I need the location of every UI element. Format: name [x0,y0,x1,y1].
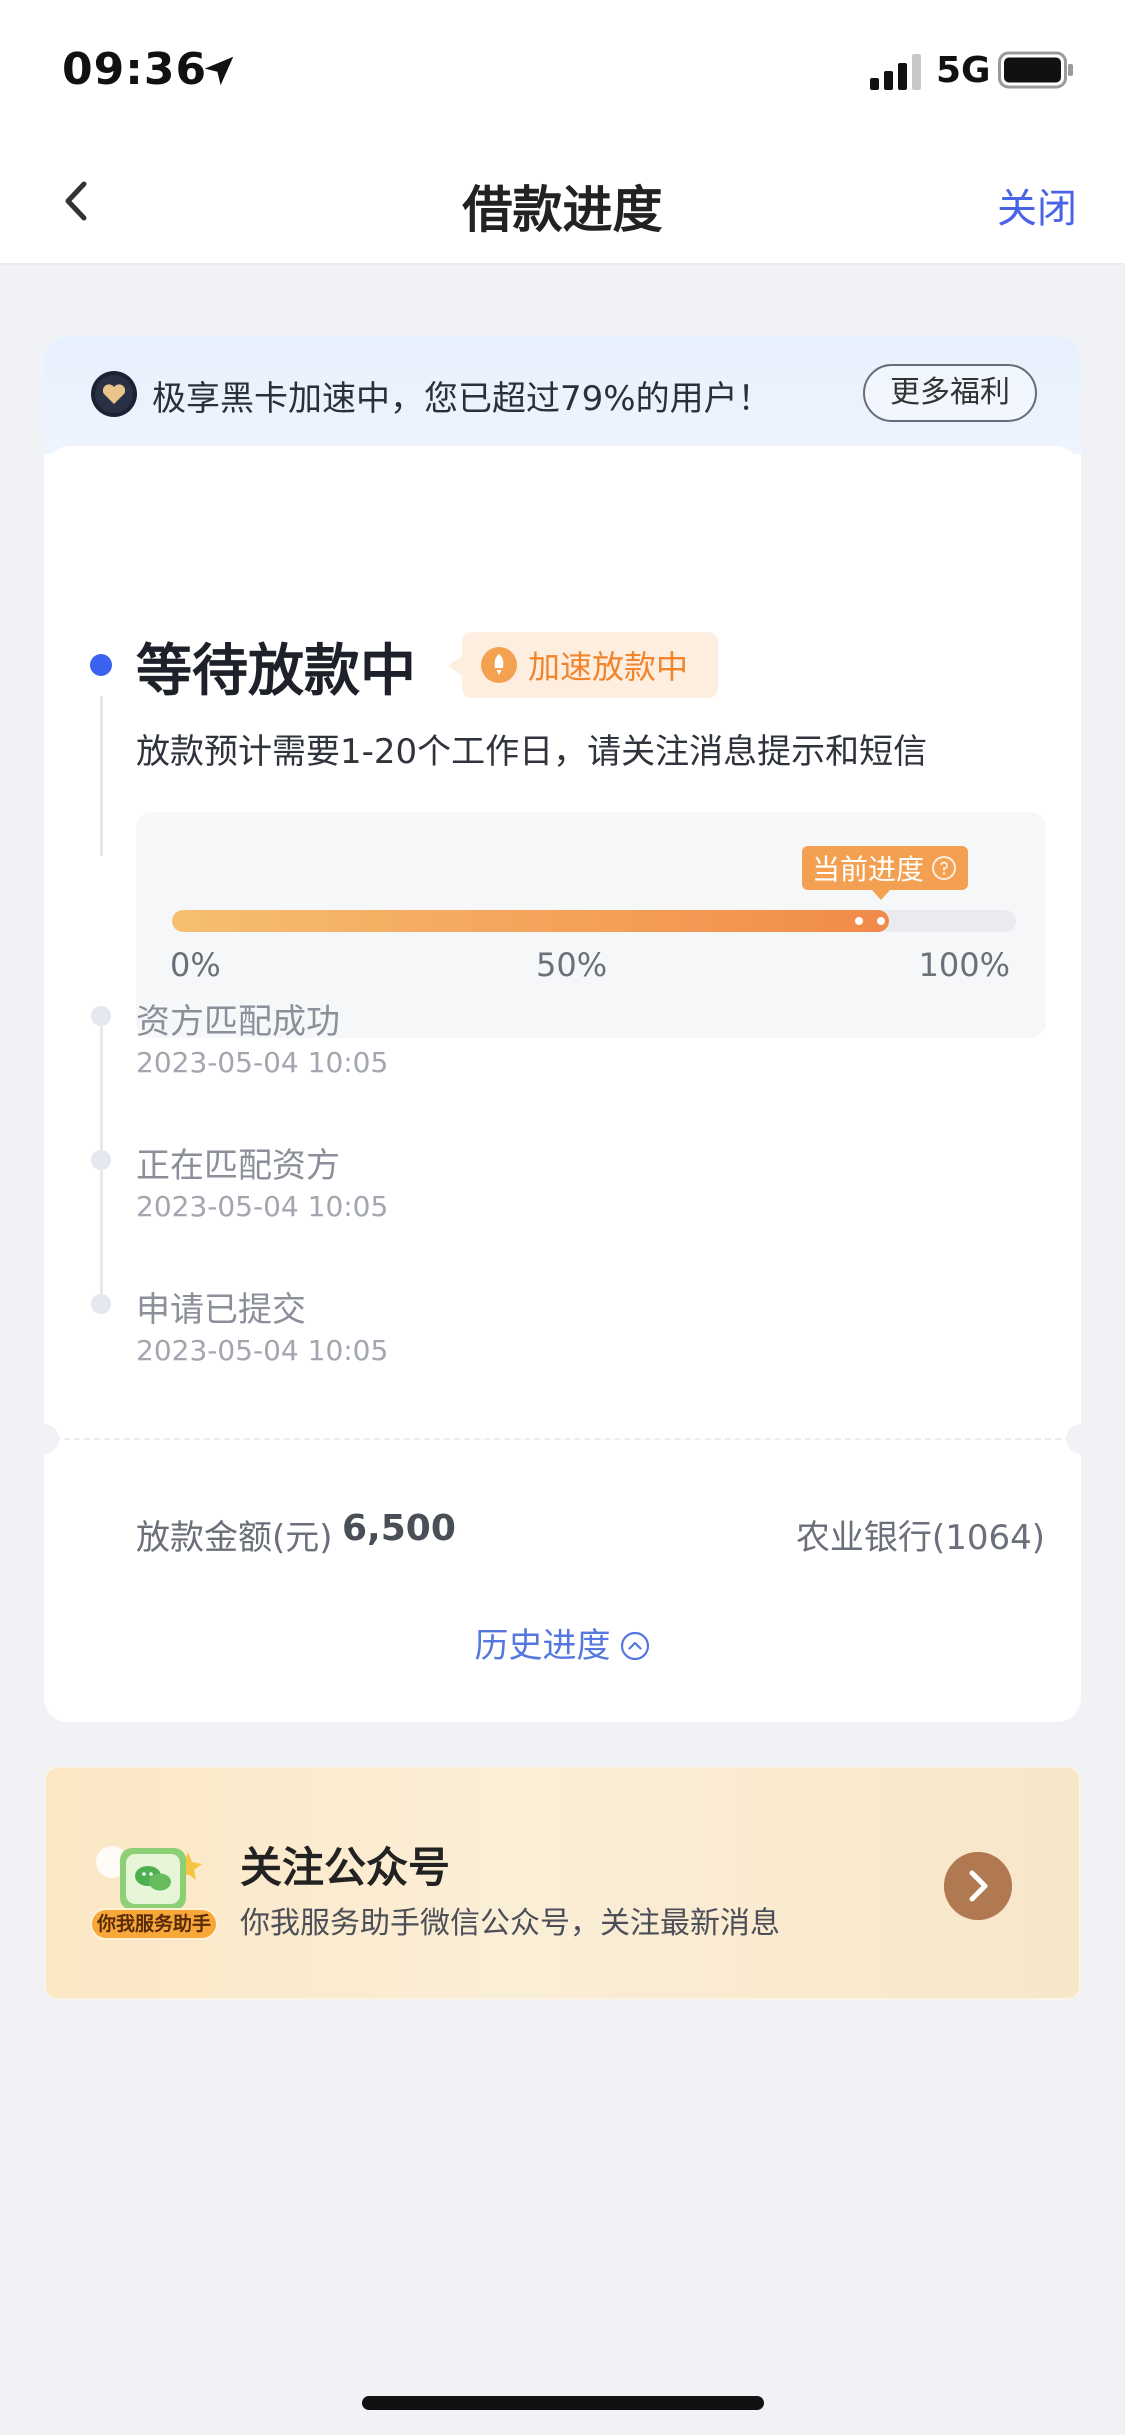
history-progress-label: 历史进度 [474,1626,611,1666]
status-description: 放款预计需要1-20个工作日，请关注消息提示和短信 [136,732,928,772]
progress-label-mid: 50% [536,946,608,984]
question-circle-icon [932,856,957,880]
progress-label-start: 0% [170,946,221,984]
follow-official-account-card[interactable]: 你我服务助手 关注公众号 你我服务助手微信公众号，关注最新消息 [44,1766,1081,2000]
timeline-dot [91,1150,111,1170]
nav-bar: 借款进度 关闭 [0,140,1125,265]
more-benefits-button[interactable]: 更多福利 [863,364,1037,422]
loan-progress-card: 极享黑卡加速中，您已超过79%的用户！ 更多福利 等待放款中 加速放款中 放款预… [44,336,1081,1722]
history-progress-link[interactable]: 历史进度 [44,1618,1081,1667]
banner-text: 极享黑卡加速中，您已超过79%的用户！ [152,379,772,419]
chevron-right-circle-icon[interactable] [944,1852,1012,1920]
timeline-line [100,696,103,856]
speed-badge: 加速放款中 [447,632,719,698]
promo-subtitle: 你我服务助手微信公众号，关注最新消息 [240,1906,780,1941]
home-indicator[interactable] [362,2396,764,2410]
status-time: 09:36 [62,44,208,95]
battery-icon [998,51,1073,89]
status-bar: 09:36 5G [0,0,1125,140]
timeline-dot [91,1006,111,1026]
timeline-item-title: 正在匹配资方 [136,1146,340,1186]
timeline-line [100,1170,103,1294]
close-button[interactable]: 关闭 [997,176,1077,234]
timeline-item-time: 2023-05-04 10:05 [136,1190,389,1223]
progress-tip-label: 当前进度 [812,853,925,886]
status-title: 等待放款中 [136,639,416,704]
timeline-dot [91,1294,111,1314]
black-card-heart-icon [91,371,137,417]
promo-title: 关注公众号 [240,1843,451,1892]
timeline-item-title: 资方匹配成功 [136,1002,340,1042]
rocket-icon [481,647,517,683]
progress-label-end: 100% [918,946,1010,984]
location-arrow-icon [204,56,234,86]
timeline-line [100,1026,103,1150]
bank-account: 农业银行(1064) [795,1518,1045,1558]
signal-icon [870,54,921,90]
progress-bar [172,910,1016,932]
timeline-item-time: 2023-05-04 10:05 [136,1046,389,1079]
amount-value: 6,500 [342,1508,456,1549]
speed-badge-label: 加速放款中 [528,648,689,686]
progress-bar-fill [172,910,890,932]
dashed-divider [44,1438,1081,1440]
chevron-up-circle-icon [620,1631,649,1661]
amount-label: 放款金额(元) [136,1518,333,1558]
timeline-item-title: 申请已提交 [136,1290,306,1330]
timeline-item-time: 2023-05-04 10:05 [136,1334,389,1367]
progress-tip[interactable]: 当前进度 [802,846,969,900]
page-title: 借款进度 [462,181,663,239]
vip-banner: 极享黑卡加速中，您已超过79%的用户！ 更多福利 [44,336,1081,454]
assistant-tag: 你我服务助手 [90,1908,218,1940]
network-label: 5G [936,50,991,91]
timeline-dot-active [90,654,112,676]
